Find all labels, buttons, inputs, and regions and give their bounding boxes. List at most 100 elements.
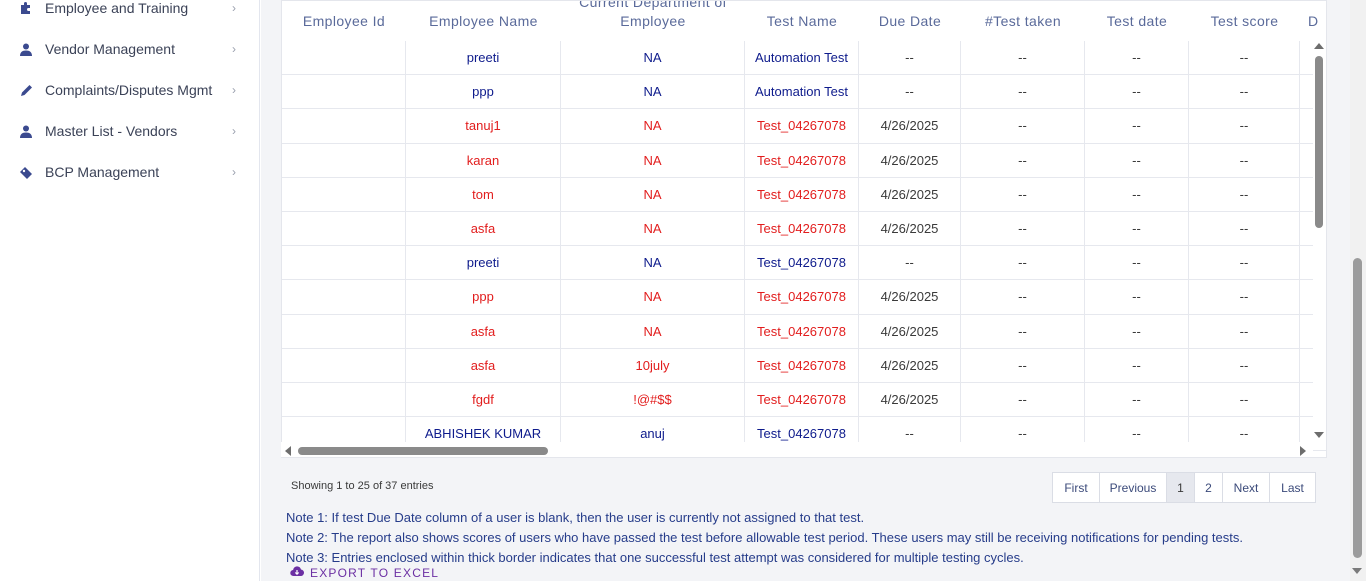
scroll-left-arrow-icon[interactable] [285,446,291,456]
report-table: Employee Id Employee Name Current Departme… [281,0,1327,458]
table-vertical-scroll-thumb[interactable] [1315,56,1323,228]
column-header[interactable]: D [1300,1,1326,41]
column-header[interactable]: #Test taken [961,1,1085,41]
column-header[interactable]: Due Date [859,1,961,41]
cloud-download-icon [290,566,305,580]
table-cell: -- [1189,41,1300,76]
table-cell [282,75,406,110]
table-cell: -- [1189,383,1300,418]
note-1: Note 1: If test Due Date column of a use… [286,510,865,525]
table-cell: -- [1189,143,1300,178]
table-cell: -- [859,41,961,76]
table-cell: NA [561,177,745,212]
sidebar-item-bcp-management[interactable]: BCP Management › [0,157,259,187]
pagination: First Previous 1 2 Next Last [1052,472,1316,503]
table-cell: -- [961,143,1085,178]
table-cell: -- [1189,177,1300,212]
chevron-right-icon: › [232,83,236,97]
chevron-right-icon: › [232,165,236,179]
sidebar-item-complaints-disputes[interactable]: Complaints/Disputes Mgmt › [0,75,259,105]
table-cell [282,348,406,383]
table-cell: !@#$$ [561,383,745,418]
table-cell [282,383,406,418]
table-cell: tanuj1 [406,109,561,144]
table-cell: -- [1085,280,1189,315]
page-previous-button[interactable]: Previous [1100,473,1167,502]
table-cell: -- [1085,348,1189,383]
note-3: Note 3: Entries enclosed within thick bo… [286,550,1024,565]
table-cell: -- [1189,246,1300,281]
page-next-button[interactable]: Next [1223,473,1270,502]
table-cell: 4/26/2025 [859,314,961,349]
table-cell: ppp [406,280,561,315]
column-header[interactable]: Current Department of Employee [561,1,745,41]
table-cell: karan [406,143,561,178]
table-cell: -- [961,280,1085,315]
sidebar-item-label: BCP Management [45,164,160,180]
table-cell: -- [1189,314,1300,349]
sidebar-item-employee-training[interactable]: Employee and Training › [0,0,259,23]
puzzle-icon [18,0,34,16]
table-cell: -- [961,212,1085,247]
table-cell: -- [1189,109,1300,144]
page-2-button[interactable]: 2 [1195,473,1223,502]
table-cell: NA [561,75,745,110]
page-1-button[interactable]: 1 [1167,473,1195,502]
table-cell: -- [1189,348,1300,383]
chevron-right-icon: › [232,42,236,56]
table-cell [282,212,406,247]
table-cell: -- [1085,177,1189,212]
table-cell: -- [1085,109,1189,144]
table-horizontal-scroll-thumb[interactable] [298,447,548,455]
column-header[interactable]: Test score [1189,1,1300,41]
column-header[interactable]: Test Name [745,1,859,41]
table-cell: NA [561,280,745,315]
table-cell: -- [1085,246,1189,281]
table-cell: fgdf [406,383,561,418]
table-cell [282,314,406,349]
ticket-icon [18,164,34,180]
column-header[interactable]: Test date [1085,1,1189,41]
table-cell: NA [561,246,745,281]
page-last-button[interactable]: Last [1270,473,1315,502]
table-cell: -- [961,246,1085,281]
chevron-right-icon: › [232,1,236,15]
sidebar-item-label: Complaints/Disputes Mgmt [45,82,213,98]
table-cell: -- [961,383,1085,418]
table-cell: -- [859,246,961,281]
entries-info: Showing 1 to 25 of 37 entries [291,480,434,492]
page-scroll-down-arrow-icon[interactable] [1352,568,1362,574]
table-cell: -- [1189,212,1300,247]
scroll-right-arrow-icon[interactable] [1300,446,1306,456]
chevron-right-icon: › [232,124,236,138]
note-2: Note 2: The report also shows scores of … [286,530,1243,545]
table-cell: tom [406,177,561,212]
export-to-excel-button[interactable]: EXPORT TO EXCEL [290,566,439,580]
table-cell: -- [1085,143,1189,178]
table-cell: -- [961,75,1085,110]
scroll-up-arrow-icon[interactable] [1314,43,1324,49]
sidebar-item-master-list-vendors[interactable]: Master List - Vendors › [0,116,259,146]
table-cell [282,109,406,144]
table-cell: -- [1085,212,1189,247]
column-header[interactable]: Employee Name [406,1,561,41]
table-cell: -- [1085,383,1189,418]
table-cell: -- [961,41,1085,76]
sidebar-item-label: Master List - Vendors [45,123,178,139]
sidebar-item-vendor-management[interactable]: Vendor Management › [0,34,259,64]
column-header[interactable]: Employee Id [282,1,406,41]
table-cell [282,177,406,212]
sidebar-item-label: Vendor Management [45,41,175,57]
user-icon [18,41,34,57]
table-cell: preeti [406,246,561,281]
table-cell: Automation Test [745,41,859,76]
table-cell: Test_04267078 [745,383,859,418]
page-first-button[interactable]: First [1053,473,1100,502]
table-cell: 4/26/2025 [859,348,961,383]
table-cell: asfa [406,348,561,383]
table-cell: ppp [406,75,561,110]
table-cell: Test_04267078 [745,212,859,247]
scroll-down-arrow-icon[interactable] [1314,432,1324,438]
page-vertical-scroll-thumb[interactable] [1353,258,1362,558]
table-cell: 4/26/2025 [859,383,961,418]
